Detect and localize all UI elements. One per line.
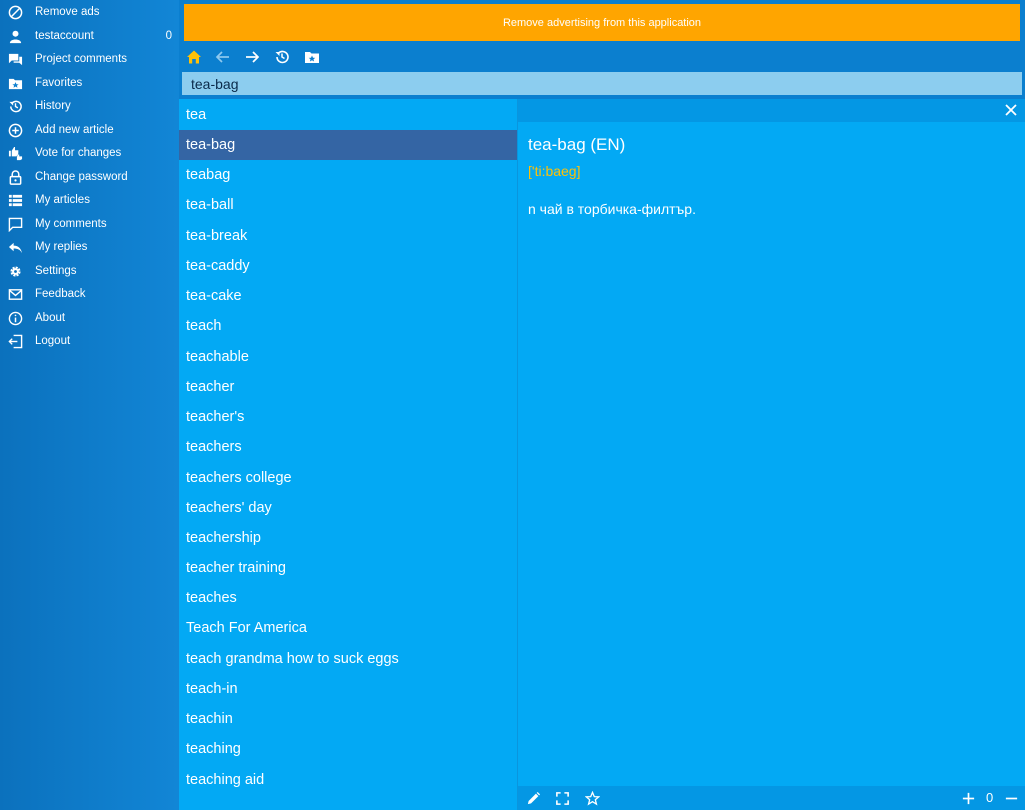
sidebar-item-label: History: [35, 100, 71, 112]
sidebar-item-my-articles[interactable]: My articles: [0, 189, 179, 211]
zoom-in-icon[interactable]: [960, 790, 976, 806]
sidebar-item-label: Favorites: [35, 77, 83, 89]
sidebar-item-label: Project comments: [35, 53, 128, 65]
toolbar: [179, 44, 1025, 70]
sidebar-item-label: Feedback: [35, 288, 86, 300]
gear-icon: [7, 263, 23, 279]
zoom-out-icon[interactable]: [1003, 790, 1019, 806]
article-title: tea-bag (EN): [528, 135, 626, 154]
sidebar-item-label: Vote for changes: [35, 147, 122, 159]
list-item[interactable]: teachin: [179, 704, 517, 734]
block-icon: [7, 4, 23, 20]
article-body: n чай в торбичка-филтър.: [528, 201, 696, 217]
sidebar-item-remove-ads[interactable]: Remove ads: [0, 1, 179, 23]
thumbs-icon: [7, 145, 23, 161]
list-icon: [7, 192, 23, 208]
list-item[interactable]: teaches: [179, 583, 517, 613]
logout-icon: [7, 333, 23, 349]
list-item-selected[interactable]: tea-bag: [179, 130, 517, 160]
sidebar-item-favorites[interactable]: Favorites: [0, 72, 179, 94]
remove-ads-banner[interactable]: Remove advertising from this application: [184, 4, 1020, 41]
list-item[interactable]: teach grandma how to suck eggs: [179, 644, 517, 674]
sidebar-item-change-password[interactable]: Change password: [0, 166, 179, 188]
sidebar-item-label: Change password: [35, 171, 128, 183]
forward-icon[interactable]: [243, 48, 261, 66]
list-item[interactable]: teachership: [179, 523, 517, 553]
user-icon: [7, 28, 23, 44]
sidebar-item-about[interactable]: About: [0, 307, 179, 329]
list-item[interactable]: teaching aid: [179, 765, 517, 795]
sidebar-item-settings[interactable]: Settings: [0, 260, 179, 282]
home-icon[interactable]: [185, 48, 203, 66]
list-item[interactable]: teachers: [179, 432, 517, 462]
close-icon[interactable]: [1004, 103, 1018, 117]
sidebar-item-add-new-article[interactable]: Add new article: [0, 119, 179, 141]
search-input[interactable]: [182, 72, 1022, 95]
list-item[interactable]: teach: [179, 311, 517, 341]
list-item[interactable]: teaching: [179, 734, 517, 764]
comments-icon: [7, 51, 23, 67]
sidebar-item-account[interactable]: testaccount 0: [0, 25, 179, 47]
list-item[interactable]: teach-in: [179, 674, 517, 704]
list-item[interactable]: tea-cake: [179, 281, 517, 311]
article-bottombar: 0: [518, 786, 1025, 810]
edit-icon[interactable]: [525, 790, 541, 806]
info-icon: [7, 310, 23, 326]
list-item[interactable]: tea: [179, 100, 517, 130]
sidebar-item-label: My comments: [35, 218, 107, 230]
sidebar-item-label: Logout: [35, 335, 71, 347]
article-transcription: ['ti:baeg]: [528, 163, 581, 179]
zoom-level: 0: [986, 790, 994, 805]
list-item[interactable]: teachable: [179, 342, 517, 372]
sidebar-item-label: My articles: [35, 194, 90, 206]
sidebar-item-label: Remove ads: [35, 6, 100, 18]
sidebar-item-history[interactable]: History: [0, 95, 179, 117]
list-item[interactable]: tea-caddy: [179, 251, 517, 281]
mail-icon: [7, 286, 23, 302]
list-item[interactable]: teachers' day: [179, 493, 517, 523]
history-icon: [7, 98, 23, 114]
comment-icon: [7, 216, 23, 232]
history-icon[interactable]: [273, 48, 291, 66]
sidebar-item-feedback[interactable]: Feedback: [0, 283, 179, 305]
folder-star-icon[interactable]: [303, 48, 321, 66]
article-topbar: [518, 99, 1025, 122]
account-count: 0: [165, 30, 172, 42]
reply-icon: [7, 239, 23, 255]
plus-circle-icon: [7, 122, 23, 138]
sidebar-item-label: testaccount: [35, 30, 94, 42]
sidebar-item-label: My replies: [35, 241, 88, 253]
word-list: tea tea-bag teabag tea-ball tea-break te…: [179, 99, 517, 810]
list-item[interactable]: teacher's: [179, 402, 517, 432]
list-item[interactable]: teacher: [179, 372, 517, 402]
fullscreen-icon[interactable]: [554, 790, 570, 806]
sidebar-item-label: Settings: [35, 265, 77, 277]
sidebar: Remove ads testaccount 0 Project comment…: [0, 0, 179, 810]
sidebar-item-logout[interactable]: Logout: [0, 330, 179, 352]
sidebar-item-label: About: [35, 312, 66, 324]
sidebar-item-label: Add new article: [35, 124, 114, 136]
list-item[interactable]: teabag: [179, 160, 517, 190]
star-icon[interactable]: [584, 790, 600, 806]
search-box: [182, 72, 1022, 95]
back-icon[interactable]: [214, 48, 232, 66]
article-pane: tea-bag (EN) ['ti:baeg] n чай в торбичка…: [517, 99, 1025, 810]
list-item[interactable]: Teach For America: [179, 613, 517, 643]
sidebar-item-project-comments[interactable]: Project comments: [0, 48, 179, 70]
sidebar-item-vote-for-changes[interactable]: Vote for changes: [0, 142, 179, 164]
list-item[interactable]: teachers college: [179, 463, 517, 493]
list-item[interactable]: tea-break: [179, 221, 517, 251]
list-item[interactable]: teacher training: [179, 553, 517, 583]
lock-icon: [7, 169, 23, 185]
list-item[interactable]: tea-ball: [179, 190, 517, 220]
folder-star-icon: [7, 75, 23, 91]
sidebar-item-my-comments[interactable]: My comments: [0, 213, 179, 235]
sidebar-item-my-replies[interactable]: My replies: [0, 236, 179, 258]
top-area: Remove advertising from this application: [179, 0, 1025, 99]
